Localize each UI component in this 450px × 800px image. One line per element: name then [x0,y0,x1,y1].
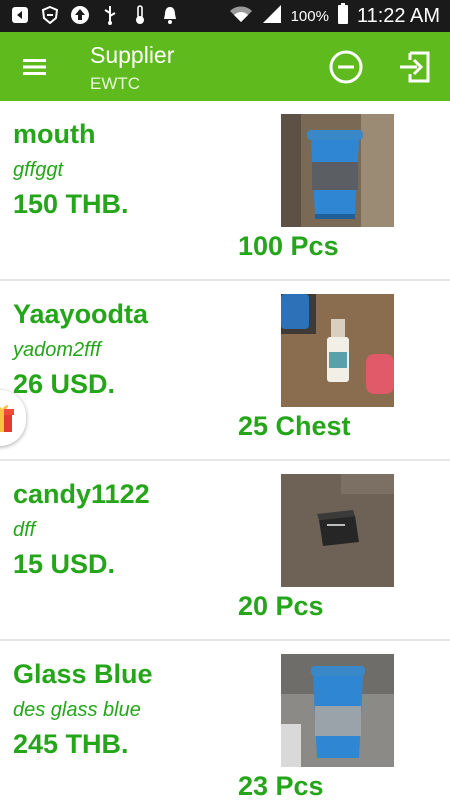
status-icons-right: 100% 11:22 AM [229,3,440,30]
product-thumbnail[interactable] [281,114,394,227]
list-item[interactable]: Glass Blue des glass blue 245 THB. 23 Pc… [0,641,450,800]
product-price: 15 USD. [13,549,116,579]
product-quantity: 20 Pcs [238,591,324,621]
back-box-icon [10,5,30,25]
product-description: dff [13,519,36,541]
status-bar: 100% 11:22 AM [0,0,450,32]
product-description: des glass blue [13,699,141,721]
battery-icon [337,3,349,30]
list-item[interactable]: mouth gffggt 150 THB. 100 Pcs [0,101,450,281]
bell-icon [160,5,180,25]
gift-icon[interactable] [0,390,26,446]
shield-icon [40,5,60,25]
list-item[interactable]: Yaayoodta yadom2fff 26 USD. 25 Chest [0,281,450,461]
product-quantity: 100 Pcs [238,231,339,261]
product-quantity: 25 Chest [238,411,351,441]
list-item[interactable]: candy1122 dff 15 USD. 20 Pcs [0,461,450,641]
product-name: Yaayoodta [13,299,149,329]
product-list: mouth gffggt 150 THB. 100 Pcs Yaayoodta … [0,101,450,800]
product-thumbnail[interactable] [281,654,394,767]
minus-circle-icon[interactable] [326,47,366,87]
thermometer-icon [130,5,150,25]
page-subtitle: EWTC [90,74,141,93]
upload-icon [70,5,90,25]
exit-icon[interactable] [395,47,435,87]
product-thumbnail[interactable] [281,294,394,407]
product-description: gffggt [13,159,64,181]
product-name: Glass Blue [13,659,153,689]
product-name: mouth [13,119,96,149]
clock: 11:22 AM [356,5,440,27]
app-bar: Supplier EWTC [0,32,450,101]
status-icons-left [10,5,180,25]
product-price: 150 THB. [13,189,129,219]
usb-icon [100,5,120,25]
product-description: yadom2fff [13,339,101,361]
wifi-icon [229,4,253,29]
product-price: 245 THB. [13,729,129,759]
product-price: 26 USD. [13,369,116,399]
page-title: Supplier [90,42,175,68]
battery-percent: 100% [290,8,329,25]
hamburger-icon[interactable] [20,52,50,82]
product-name: candy1122 [13,479,150,509]
product-thumbnail[interactable] [281,474,394,587]
signal-icon [261,4,283,29]
product-quantity: 23 Pcs [238,771,324,800]
